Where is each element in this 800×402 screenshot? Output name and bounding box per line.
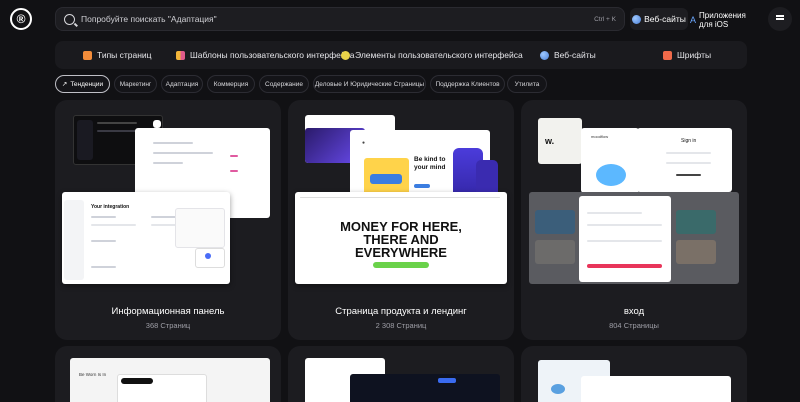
dashboard-title: Your integration xyxy=(91,204,130,210)
card-thumbnail: w. moodflow Sign in xyxy=(521,100,747,296)
fonts-icon xyxy=(663,50,672,60)
card-dashboard[interactable]: Your integration Информационная панель 3… xyxy=(55,100,281,340)
globe-icon xyxy=(632,14,642,24)
search-shortcut: Ctrl + K xyxy=(594,15,616,23)
page-types-icon xyxy=(83,50,92,60)
category-ui-patterns[interactable]: Шаблоны пользовательского интерфейса xyxy=(176,41,355,69)
tag-label: Деловые И Юридические Страницы xyxy=(314,80,425,88)
card-login[interactable]: w. moodflow Sign in вход 804 Страницы xyxy=(521,100,747,340)
app-store-icon: A xyxy=(690,14,697,25)
signin-brand: w. xyxy=(545,136,555,146)
tag-label: Утилита xyxy=(514,80,540,88)
money-line3: EVERYWHERE xyxy=(355,245,447,260)
card-row2-2[interactable] xyxy=(288,346,514,402)
tag-content[interactable]: Содержание xyxy=(259,75,309,93)
search-input[interactable] xyxy=(81,14,595,24)
ios-label-line1: Приложения xyxy=(699,11,746,20)
card-row2-1[interactable]: Be Worn Is In xyxy=(55,346,281,402)
ios-apps-button[interactable]: A Приложения для iOS xyxy=(690,8,748,32)
category-label: Шрифты xyxy=(677,50,712,60)
category-label: Шаблоны пользовательского интерфейса xyxy=(190,50,355,60)
card-row2-3[interactable] xyxy=(521,346,747,402)
card-count: 804 Страницы xyxy=(609,321,659,330)
ios-label-line2: для iOS xyxy=(699,20,729,29)
ios-apps-label: Приложения для iOS xyxy=(699,11,746,29)
category-page-types[interactable]: Типы страниц xyxy=(83,41,152,69)
tag-label: Поддержка Клиентов xyxy=(435,80,500,88)
card-count: 2 308 Страниц xyxy=(375,321,427,330)
card-title: вход xyxy=(623,306,645,317)
tag-customer-support[interactable]: Поддержка Клиентов xyxy=(430,75,505,93)
tag-label: Содержание xyxy=(265,80,303,88)
tag-trends[interactable]: ↗ Тенденции xyxy=(55,75,110,93)
category-label: Типы страниц xyxy=(97,50,152,60)
menu-button[interactable] xyxy=(768,7,792,31)
globe-icon xyxy=(540,50,549,60)
category-bar: Типы страниц Шаблоны пользовательского и… xyxy=(55,41,747,69)
card-thumbnail: Your integration xyxy=(55,100,281,296)
search-bar[interactable]: Ctrl + K xyxy=(55,7,625,31)
card-count: 368 Страниц xyxy=(145,321,191,330)
bottom-card-text: Be Worn Is In xyxy=(79,372,107,377)
signin-heading: Sign in xyxy=(681,138,697,144)
tag-label: Коммерция xyxy=(213,80,249,88)
tag-label: Тенденции xyxy=(70,80,104,88)
websites-label: Веб-сайты xyxy=(644,14,686,24)
ui-elements-icon xyxy=(341,50,350,60)
tag-utility[interactable]: Утилита xyxy=(507,75,547,93)
hamburger-icon xyxy=(776,18,784,20)
websites-button[interactable]: Веб-сайты xyxy=(630,8,688,30)
tag-onboarding[interactable]: Адаптация xyxy=(161,75,203,93)
category-label: Элементы пользовательского интерфейса xyxy=(355,50,523,60)
card-product-landing[interactable]: ● Be kind to your mind MONEY FOR HERE, T… xyxy=(288,100,514,340)
tag-label: Адаптация xyxy=(165,80,199,88)
brand-badge: ● xyxy=(362,140,366,146)
tag-commerce[interactable]: Коммерция xyxy=(207,75,255,93)
category-websites[interactable]: Веб-сайты xyxy=(540,41,596,69)
tag-business-legal[interactable]: Деловые И Юридические Страницы xyxy=(313,75,426,93)
card-thumbnail: ● Be kind to your mind MONEY FOR HERE, T… xyxy=(288,100,514,296)
card-title: Страница продукта и лендинг xyxy=(335,306,467,317)
logo[interactable]: ® xyxy=(10,8,32,30)
ui-patterns-icon xyxy=(176,50,185,60)
moodflow-brand: moodflow xyxy=(591,134,609,139)
be-kind-text: Be kind to your mind xyxy=(414,156,446,171)
tag-marketing[interactable]: Маркетинг xyxy=(114,75,157,93)
category-ui-elements[interactable]: Элементы пользовательского интерфейса xyxy=(341,41,523,69)
search-icon xyxy=(64,13,75,25)
trend-arrow-icon: ↗ xyxy=(61,81,68,88)
category-label: Веб-сайты xyxy=(554,50,596,60)
card-title: Информационная панель xyxy=(111,306,225,317)
tag-label: Маркетинг xyxy=(119,80,152,88)
category-fonts[interactable]: Шрифты xyxy=(663,41,711,69)
